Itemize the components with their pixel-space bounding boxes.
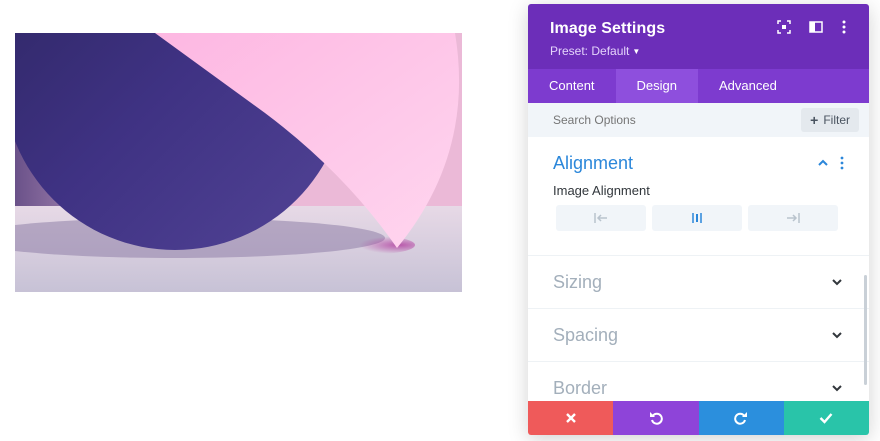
undo-button[interactable] — [613, 401, 699, 435]
more-vertical-icon[interactable] — [841, 20, 855, 36]
section-border-title: Border — [553, 377, 608, 398]
split-view-icon[interactable] — [809, 20, 823, 36]
chevron-down-icon[interactable] — [830, 381, 844, 395]
align-right-button[interactable] — [748, 205, 838, 231]
tab-advanced[interactable]: Advanced — [698, 69, 798, 103]
section-spacing-header[interactable]: Spacing — [528, 309, 869, 361]
preview-artwork — [15, 33, 462, 292]
search-input[interactable] — [553, 113, 753, 127]
undo-icon — [649, 412, 663, 425]
plus-icon: + — [810, 112, 819, 128]
section-alignment-title: Alignment — [553, 152, 634, 173]
section-alignment: Alignment Image Alignment — [528, 137, 869, 256]
filter-button[interactable]: + Filter — [801, 108, 859, 132]
caret-down-icon: ▼ — [632, 46, 641, 56]
align-left-button[interactable] — [556, 205, 646, 231]
cancel-button[interactable] — [528, 401, 614, 435]
image-alignment-label: Image Alignment — [553, 183, 650, 198]
search-bar: + Filter — [528, 103, 869, 137]
image-preview[interactable] — [15, 33, 462, 292]
section-border: Border — [528, 362, 869, 401]
section-alignment-header[interactable]: Alignment — [528, 137, 869, 189]
close-icon — [565, 413, 576, 423]
scrollbar[interactable] — [864, 275, 867, 385]
align-center-button[interactable] — [652, 205, 742, 231]
header-icons — [777, 20, 855, 36]
tab-design[interactable]: Design — [615, 69, 699, 103]
save-button[interactable] — [783, 401, 869, 435]
check-icon — [820, 413, 833, 424]
page: 1 Image Settings Preset: Default ▼ — [0, 0, 880, 441]
align-left-icon — [594, 213, 607, 223]
panel-footer — [528, 401, 869, 435]
section-alignment-controls — [816, 156, 844, 170]
focus-icon[interactable] — [777, 20, 791, 36]
align-center-icon — [692, 213, 702, 223]
align-right-icon — [787, 213, 800, 223]
redo-icon — [734, 412, 748, 425]
section-spacing-title: Spacing — [553, 324, 619, 345]
tab-bar: Content Design Advanced — [528, 69, 869, 103]
section-sizing-title: Sizing — [553, 271, 603, 292]
preset-label: Preset: Default — [550, 44, 630, 58]
tab-content[interactable]: Content — [528, 69, 616, 103]
section-spacing: Spacing — [528, 309, 869, 362]
settings-panel: Image Settings Preset: Default ▼ Content… — [528, 4, 869, 435]
chevron-down-icon[interactable] — [830, 328, 844, 342]
preset-dropdown[interactable]: Preset: Default ▼ — [550, 44, 640, 58]
redo-button[interactable] — [698, 401, 784, 435]
settings-content: Alignment Image Alignment Sizing Spacing… — [528, 137, 869, 401]
more-vertical-icon[interactable] — [840, 156, 844, 170]
section-sizing: Sizing — [528, 256, 869, 309]
chevron-down-icon[interactable] — [830, 275, 844, 289]
image-alignment-control — [528, 198, 869, 231]
section-border-header[interactable]: Border — [528, 362, 869, 401]
filter-label: Filter — [823, 113, 850, 127]
section-sizing-header[interactable]: Sizing — [528, 256, 869, 308]
panel-header: Image Settings Preset: Default ▼ — [528, 4, 869, 69]
chevron-up-icon[interactable] — [816, 156, 830, 170]
